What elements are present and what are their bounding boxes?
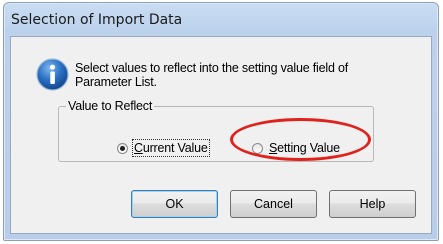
setting-value-accelerator: S bbox=[269, 141, 278, 155]
setting-value-label-text: etting Value bbox=[277, 141, 340, 155]
setting-value-radio[interactable]: Setting Value bbox=[252, 141, 340, 155]
radio-unchecked-indicator[interactable] bbox=[252, 142, 263, 154]
information-icon bbox=[36, 58, 69, 91]
message-line-1: Select values to reflect into the settin… bbox=[75, 61, 348, 75]
help-button[interactable]: Help bbox=[329, 190, 416, 218]
setting-value-label: Setting Value bbox=[269, 141, 340, 155]
cancel-button[interactable]: Cancel bbox=[230, 190, 317, 218]
title-bar[interactable]: Selection of Import Data bbox=[4, 3, 438, 36]
radio-checked-indicator[interactable] bbox=[117, 142, 128, 154]
current-value-accelerator: C bbox=[134, 141, 143, 155]
ok-button[interactable]: OK bbox=[131, 190, 218, 218]
current-value-label: Current Value bbox=[132, 139, 210, 157]
group-legend: Value to Reflect bbox=[66, 99, 155, 113]
dialog-title: Selection of Import Data bbox=[11, 11, 183, 28]
current-value-radio[interactable]: Current Value bbox=[117, 139, 210, 157]
message-line-2: Parameter List. bbox=[75, 75, 157, 89]
dialog-message: Select values to reflect into the settin… bbox=[75, 61, 395, 89]
current-value-label-text: urrent Value bbox=[142, 141, 208, 155]
